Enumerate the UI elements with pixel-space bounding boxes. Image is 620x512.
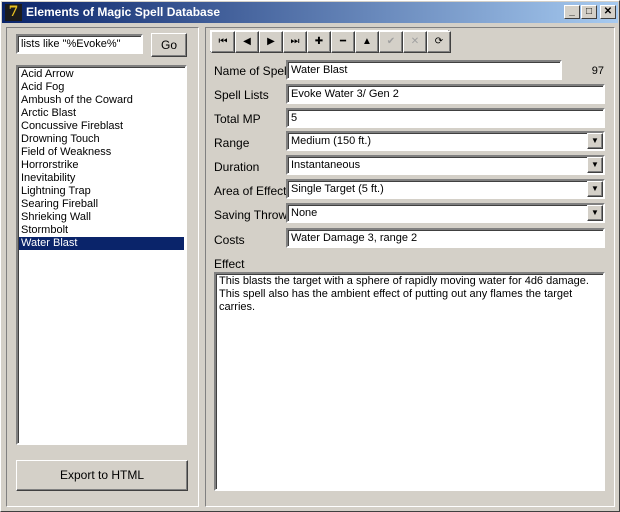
- list-item[interactable]: Drowning Touch: [19, 133, 184, 146]
- spell-detail-panel: ⏮ ◀ ▶ ⏭ ✚ ━ ▲ ✔ ✕ ⟳ Name of Spell Water …: [205, 27, 615, 507]
- post-record-icon[interactable]: ✔: [379, 31, 403, 53]
- total-mp-label: Total MP: [214, 112, 261, 126]
- list-item[interactable]: Lightning Trap: [19, 185, 184, 198]
- go-button[interactable]: Go: [151, 33, 187, 57]
- costs-label: Costs: [214, 233, 245, 247]
- spell-lists-label: Spell Lists: [214, 88, 269, 102]
- minimize-button[interactable]: _: [564, 5, 580, 19]
- navigator-toolbar: ⏮ ◀ ▶ ⏭ ✚ ━ ▲ ✔ ✕ ⟳: [210, 30, 451, 53]
- chevron-down-icon[interactable]: ▼: [587, 133, 603, 149]
- insert-record-icon[interactable]: ✚: [307, 31, 331, 53]
- close-button[interactable]: ✕: [600, 5, 616, 19]
- saving-throw-dropdown[interactable]: None ▼: [286, 203, 605, 223]
- costs-field[interactable]: Water Damage 3, range 2: [286, 228, 605, 248]
- name-field[interactable]: Water Blast: [286, 60, 562, 80]
- prior-record-icon[interactable]: ◀: [235, 31, 259, 53]
- next-record-icon[interactable]: ▶: [259, 31, 283, 53]
- list-item[interactable]: Horrorstrike: [19, 159, 184, 172]
- duration-label: Duration: [214, 160, 260, 174]
- cancel-record-icon[interactable]: ✕: [403, 31, 427, 53]
- edit-record-icon[interactable]: ▲: [355, 31, 379, 53]
- range-value: Medium (150 ft.): [291, 135, 372, 147]
- duration-value: Instantaneous: [291, 159, 361, 171]
- duration-dropdown[interactable]: Instantaneous ▼: [286, 155, 605, 175]
- delete-record-icon[interactable]: ━: [331, 31, 355, 53]
- list-item[interactable]: Inevitability: [19, 172, 184, 185]
- list-item[interactable]: Stormbolt: [19, 224, 184, 237]
- last-record-icon[interactable]: ⏭: [283, 31, 307, 53]
- list-item[interactable]: Searing Fireball: [19, 198, 184, 211]
- list-item[interactable]: Shrieking Wall: [19, 211, 184, 224]
- app-icon[interactable]: 7: [5, 4, 22, 21]
- app-window: 7 Elements of Magic Spell Database _ □ ✕…: [0, 0, 620, 512]
- saving-throw-value: None: [291, 207, 318, 219]
- refresh-icon[interactable]: ⟳: [427, 31, 451, 53]
- list-item[interactable]: Field of Weakness: [19, 146, 184, 159]
- chevron-down-icon[interactable]: ▼: [587, 157, 603, 173]
- range-label: Range: [214, 136, 250, 150]
- list-item[interactable]: Arctic Blast: [19, 107, 184, 120]
- list-item[interactable]: Water Blast: [19, 237, 184, 250]
- total-mp-field[interactable]: 5: [286, 108, 605, 128]
- filter-input[interactable]: lists like "%Evoke%": [16, 34, 143, 54]
- list-item[interactable]: Concussive Fireblast: [19, 120, 184, 133]
- area-label: Area of Effect: [214, 184, 287, 198]
- effect-textarea[interactable]: This blasts the target with a sphere of …: [214, 272, 605, 491]
- effect-label: Effect: [214, 257, 245, 271]
- list-item[interactable]: Acid Fog: [19, 81, 184, 94]
- export-html-button[interactable]: Export to HTML: [16, 460, 188, 491]
- list-item[interactable]: Acid Arrow: [19, 68, 184, 81]
- chevron-down-icon[interactable]: ▼: [587, 205, 603, 221]
- range-dropdown[interactable]: Medium (150 ft.) ▼: [286, 131, 605, 151]
- area-value: Single Target (5 ft.): [291, 183, 384, 195]
- first-record-icon[interactable]: ⏮: [211, 31, 235, 53]
- spell-list[interactable]: Acid Arrow Acid Fog Ambush of the Coward Ar…: [16, 65, 187, 445]
- record-number: 97: [591, 65, 604, 77]
- title-bar[interactable]: 7 Elements of Magic Spell Database _ □ ✕: [2, 2, 618, 23]
- window-title: Elements of Magic Spell Database: [26, 5, 221, 19]
- area-dropdown[interactable]: Single Target (5 ft.) ▼: [286, 179, 605, 199]
- spell-browser-panel: lists like "%Evoke%" Go Acid Arrow Acid F…: [6, 27, 199, 507]
- maximize-button[interactable]: □: [581, 5, 597, 19]
- spell-lists-field[interactable]: Evoke Water 3/ Gen 2: [286, 84, 605, 104]
- saving-throw-label: Saving Throw: [214, 208, 288, 222]
- chevron-down-icon[interactable]: ▼: [587, 181, 603, 197]
- list-item[interactable]: Ambush of the Coward: [19, 94, 184, 107]
- name-label: Name of Spell: [214, 64, 290, 78]
